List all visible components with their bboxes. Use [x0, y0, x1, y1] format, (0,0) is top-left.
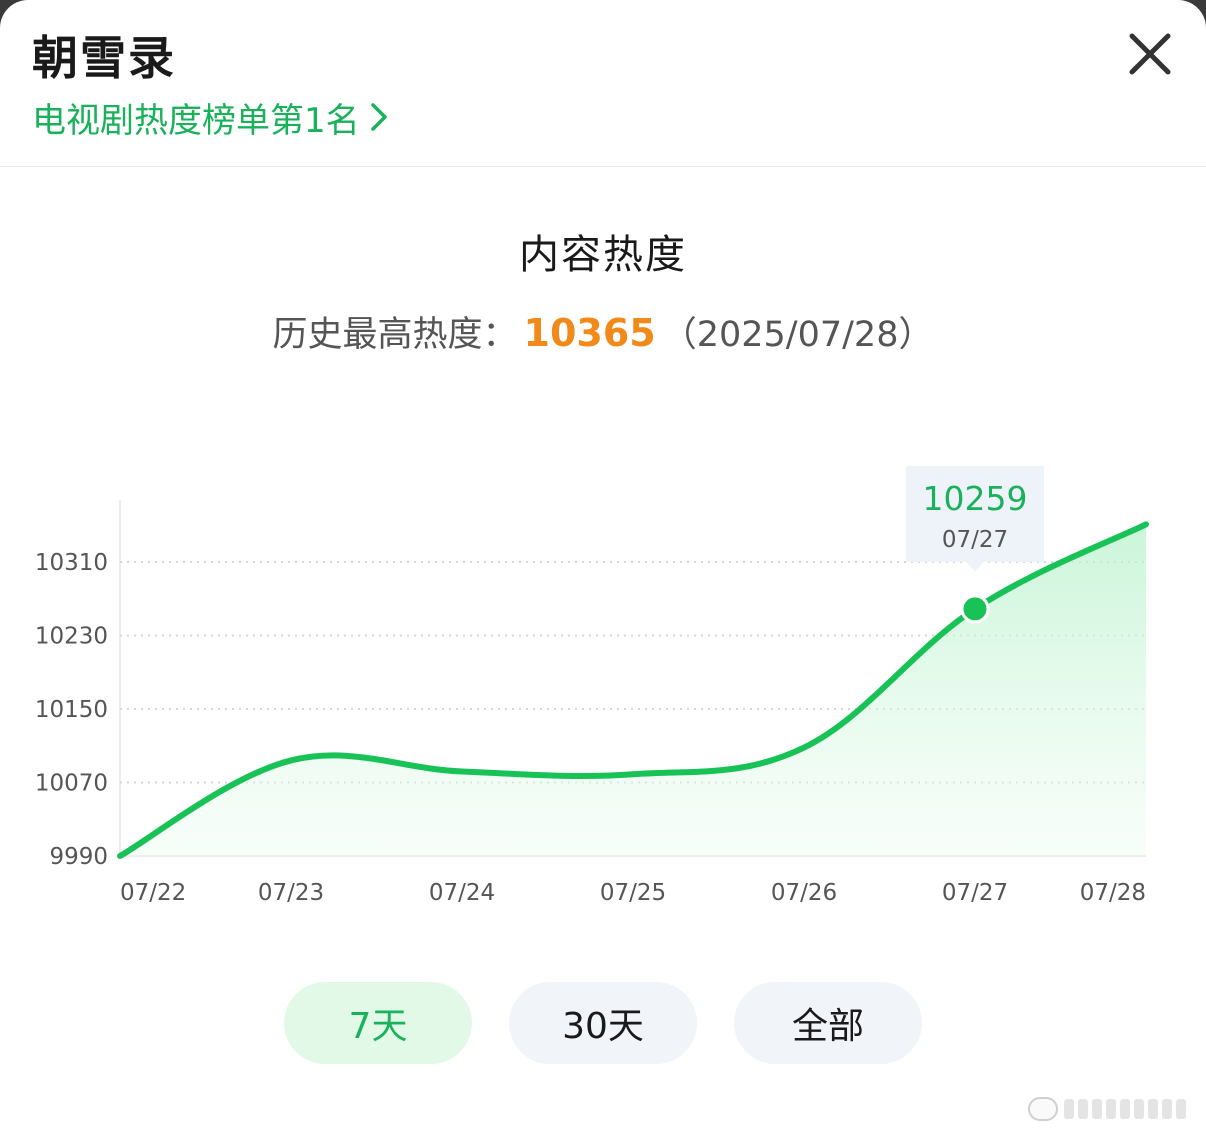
sheet-header: 朝雪录 电视剧热度榜单第1名	[0, 0, 1206, 167]
y-tick-label: 9990	[49, 844, 108, 870]
highlight-point[interactable]	[960, 594, 990, 624]
tooltip-pointer	[966, 561, 984, 572]
chevron-right-icon	[370, 103, 387, 131]
heat-chart: 9990 10070 10150 10230 10310 07/22 07/23 07/24…	[35, 465, 1149, 906]
record-value: 10365	[523, 311, 656, 355]
x-tick-label: 07/28	[1080, 880, 1146, 906]
gesture-indicator	[1028, 1097, 1196, 1121]
close-icon	[1129, 33, 1171, 75]
x-tick-label: 07/25	[600, 880, 666, 906]
chart-area-fill	[120, 524, 1146, 856]
x-tick-label: 07/22	[120, 880, 186, 906]
section-title: 内容热度	[519, 232, 687, 278]
range-button-all-label: 全部	[791, 1006, 864, 1047]
y-tick-label: 10070	[35, 771, 108, 797]
y-tick-label: 10230	[35, 624, 108, 650]
record-label: 历史最高热度：	[272, 315, 518, 355]
x-tick-label: 07/23	[258, 880, 324, 906]
range-button-7-days[interactable]: 7天	[284, 982, 472, 1064]
tooltip-date: 07/27	[942, 527, 1008, 553]
range-button-7-days-label: 7天	[348, 1006, 408, 1047]
range-button-30-days-label: 30天	[562, 1006, 644, 1047]
range-button-30-days[interactable]: 30天	[509, 982, 697, 1064]
bottom-sheet: 朝雪录 电视剧热度榜单第1名 内容热度 历史最高热度： 10365 （2025/07…	[0, 0, 1206, 1140]
range-button-all[interactable]: 全部	[734, 982, 922, 1064]
y-tick-label: 10310	[35, 550, 108, 576]
x-tick-label: 07/26	[771, 880, 837, 906]
close-button[interactable]	[1124, 28, 1176, 80]
ranking-link-label: 电视剧热度榜单第1名	[32, 100, 360, 141]
x-tick-label: 07/27	[942, 880, 1008, 906]
x-tick-label: 07/24	[429, 880, 495, 906]
tooltip-value: 10259	[923, 479, 1028, 518]
record-summary: 历史最高热度： 10365 （2025/07/28）	[0, 306, 1206, 357]
y-tick-label: 10150	[35, 697, 108, 723]
ranking-link[interactable]: 电视剧热度榜单第1名	[32, 94, 388, 141]
record-date: （2025/07/28）	[661, 315, 934, 355]
show-title: 朝雪录	[32, 31, 176, 85]
gesture-pill-icon	[1028, 1097, 1058, 1121]
